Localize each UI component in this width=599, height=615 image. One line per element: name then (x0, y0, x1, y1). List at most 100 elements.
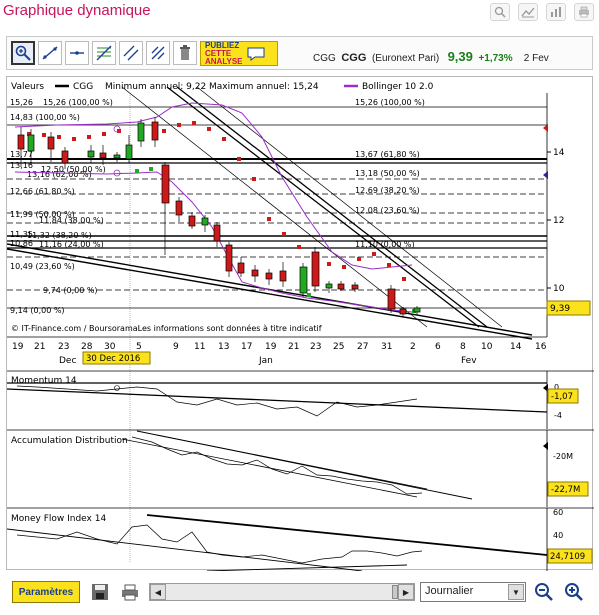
svg-text:12,08 (23,60 %): 12,08 (23,60 %) (355, 206, 420, 215)
period-select[interactable]: Journalier ▼ (420, 582, 526, 602)
svg-text:30 Dec 2016: 30 Dec 2016 (86, 354, 140, 364)
svg-text:Jan: Jan (258, 356, 273, 366)
publish-analysis-banner[interactable]: PUBLIEZ CETTE ANALYSE (200, 41, 278, 66)
svg-text:31: 31 (381, 342, 392, 352)
svg-text:11,16 (24,00 %): 11,16 (24,00 %) (39, 240, 104, 249)
svg-text:-4: -4 (554, 411, 562, 420)
bottom-bar: Paramètres ◀ ▶ Journalier ▼ (6, 572, 593, 612)
svg-text:17: 17 (241, 342, 252, 352)
svg-text:14: 14 (510, 342, 522, 352)
page-title: Graphique dynamique (3, 2, 151, 19)
svg-text:25: 25 (333, 342, 344, 352)
mfi-pane: Money Flow Index 14 60 40 20 24,7109 (6, 507, 594, 572)
svg-text:28: 28 (81, 342, 93, 352)
svg-text:40: 40 (553, 531, 563, 540)
parameters-button[interactable]: Paramètres (12, 581, 80, 603)
svg-text:13,18 (50,00 %): 13,18 (50,00 %) (355, 169, 420, 178)
chart-area[interactable]: Valeurs CGG Minimum annuel: 9,22 Maximum… (6, 76, 594, 572)
zoom-icon[interactable] (490, 3, 510, 21)
svg-text:12,66 (61,80 %): 12,66 (61,80 %) (10, 187, 75, 196)
svg-text:21: 21 (288, 342, 299, 352)
channel-tool-icon[interactable] (119, 41, 143, 65)
svg-text:11,32 (38,20 %): 11,32 (38,20 %) (27, 231, 92, 240)
svg-text:Momentum 14: Momentum 14 (11, 376, 77, 386)
svg-text:13,16: 13,16 (10, 161, 33, 170)
svg-text:19: 19 (265, 342, 277, 352)
chart-toolbar: PUBLIEZ CETTE ANALYSE CGG CGG (Euronext … (6, 36, 593, 70)
svg-text:11: 11 (194, 342, 205, 352)
quote-ticker: CGG (313, 53, 336, 64)
trash-icon[interactable] (173, 41, 197, 65)
svg-text:6: 6 (435, 342, 441, 352)
quote-symbol: CGG (341, 52, 367, 64)
quote-date: 2 Fev (523, 53, 549, 64)
svg-text:60: 60 (553, 508, 563, 517)
svg-text:2: 2 (410, 342, 416, 352)
price-axis: 14 12 10 (553, 148, 565, 294)
trendline-tool-icon[interactable] (38, 41, 62, 65)
svg-text:13,77: 13,77 (10, 150, 33, 159)
horizontal-line-tool-icon[interactable] (65, 41, 89, 65)
price-pane: 15,26 15,26 (100,00 %) 14,83 (100,00 %) … (6, 86, 591, 562)
bar-chart-icon[interactable] (546, 3, 566, 21)
quote-summary: CGG CGG (Euronext Pari) 9,39 +1,73% 2 Fe… (313, 49, 549, 64)
scroll-right-arrow-icon[interactable]: ▶ (398, 584, 414, 600)
momentum-pane: Momentum 14 0 -4 -1,07 (6, 370, 594, 429)
parallel-lines-tool-icon[interactable] (146, 41, 170, 65)
quote-market: (Euronext Pari) (371, 53, 440, 64)
svg-text:12: 12 (553, 216, 564, 226)
svg-text:16: 16 (535, 342, 547, 352)
chevron-down-icon[interactable]: ▼ (508, 584, 524, 600)
copyright-text: © IT-Finance.com / BoursoramaLes informa… (11, 323, 322, 333)
legend-series: CGG (73, 82, 93, 92)
svg-text:5: 5 (136, 342, 142, 352)
svg-text:-20M: -20M (553, 452, 573, 461)
svg-text:-1,07: -1,07 (551, 392, 573, 402)
fib-labels-left: 15,26 15,26 (100,00 %) 14,83 (100,00 %) … (10, 98, 113, 315)
svg-text:-22,7M: -22,7M (551, 485, 580, 495)
quote-price: 9,39 (447, 49, 473, 64)
svg-text:11,99 (50,00 %): 11,99 (50,00 %) (10, 210, 75, 219)
legend-label: Valeurs (11, 82, 44, 92)
svg-text:15,26 (100,00 %): 15,26 (100,00 %) (355, 98, 425, 107)
svg-text:10: 10 (553, 284, 565, 294)
svg-text:Money Flow Index 14: Money Flow Index 14 (11, 514, 106, 524)
svg-text:Accumulation Distribution: Accumulation Distribution (11, 436, 128, 446)
svg-text:23: 23 (310, 342, 321, 352)
svg-text:13: 13 (218, 342, 229, 352)
fibonacci-tool-icon[interactable] (92, 41, 116, 65)
svg-text:Dec: Dec (59, 356, 76, 366)
svg-text:19: 19 (12, 342, 24, 352)
svg-text:9: 9 (173, 342, 179, 352)
svg-text:15,26: 15,26 (10, 98, 33, 107)
svg-text:14: 14 (553, 148, 565, 158)
svg-text:Fev: Fev (461, 356, 477, 366)
svg-text:24,7109: 24,7109 (550, 552, 585, 562)
quote-change: +1,73% (478, 53, 513, 64)
chart-type-icon[interactable] (518, 3, 538, 21)
zoom-in-icon[interactable] (562, 580, 586, 604)
svg-text:14,83 (100,00 %): 14,83 (100,00 %) (10, 113, 80, 122)
svg-text:27: 27 (357, 342, 368, 352)
scroll-left-arrow-icon[interactable]: ◀ (150, 584, 166, 600)
accumulation-pane: Accumulation Distribution -20M -22,7M (7, 429, 594, 507)
svg-text:30: 30 (104, 342, 116, 352)
fib-labels-right: 15,26 (100,00 %) 13,67 (61,80 %) 13,18 (… (355, 98, 425, 249)
zoom-select-tool-icon[interactable] (11, 41, 35, 65)
svg-text:9,74 (0,00 %): 9,74 (0,00 %) (43, 286, 98, 295)
svg-text:8: 8 (460, 342, 466, 352)
svg-text:10,49 (23,60 %): 10,49 (23,60 %) (10, 262, 75, 271)
print-icon[interactable] (118, 580, 142, 604)
svg-text:9,39: 9,39 (550, 304, 570, 314)
legend-minmax: Minimum annuel: 9,22 Maximum annuel: 15,… (105, 82, 319, 92)
zoom-out-icon[interactable] (532, 580, 556, 604)
save-icon[interactable] (88, 580, 112, 604)
svg-text:9,14 (0,00 %): 9,14 (0,00 %) (10, 306, 65, 315)
svg-text:15,26 (100,00 %): 15,26 (100,00 %) (43, 98, 113, 107)
print-icon[interactable] (574, 3, 594, 21)
timeline-scrollbar[interactable]: ◀ ▶ (149, 583, 415, 601)
legend-bollinger: Bollinger 10 2.0 (362, 82, 434, 92)
svg-text:21: 21 (34, 342, 45, 352)
bollinger-bands (14, 102, 413, 313)
svg-text:10: 10 (481, 342, 493, 352)
